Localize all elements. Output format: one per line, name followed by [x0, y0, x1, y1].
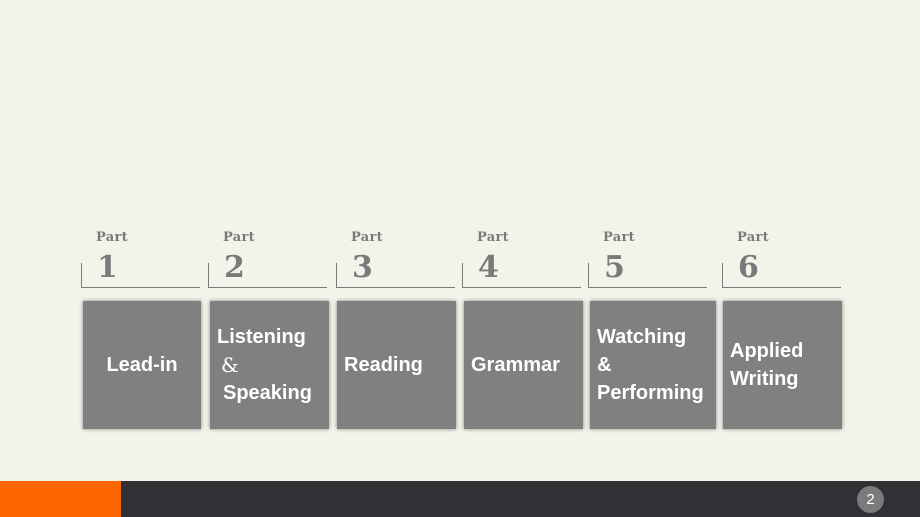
divider	[588, 263, 589, 287]
part-label: Part	[477, 230, 509, 245]
part-title: Grammar	[471, 354, 560, 376]
part-label: Part	[96, 230, 128, 245]
part-number: 1	[97, 250, 118, 285]
part-1-box-lead-in[interactable]: Lead-in	[83, 301, 201, 429]
page-number-badge: 2	[857, 486, 884, 513]
part-title: Reading	[344, 354, 423, 376]
part-number: 2	[224, 250, 245, 285]
divider	[81, 263, 82, 287]
part-5-box-watching-performing[interactable]: Watching & Performing	[590, 301, 716, 429]
part-label: Part	[223, 230, 255, 245]
footer-bar	[121, 481, 920, 517]
divider	[81, 287, 200, 288]
part-2-header: Part 2	[208, 228, 328, 288]
part-6-header: Part 6	[722, 228, 842, 288]
part-number: 6	[738, 250, 759, 285]
part-number: 3	[352, 250, 373, 285]
divider	[208, 263, 209, 287]
divider	[722, 263, 723, 287]
part-number: 5	[604, 250, 625, 285]
part-title-line: Listening	[217, 326, 306, 348]
part-6-box-applied-writing[interactable]: Applied Writing	[723, 301, 842, 429]
part-5-header: Part 5	[588, 228, 708, 288]
part-3-header: Part 3	[336, 228, 456, 288]
part-label: Part	[603, 230, 635, 245]
divider	[462, 287, 581, 288]
divider	[462, 263, 463, 287]
part-4-box-grammar[interactable]: Grammar	[464, 301, 583, 429]
part-2-box-listening-speaking[interactable]: Listening & Speaking	[210, 301, 329, 429]
divider	[208, 287, 327, 288]
part-title-line: &	[221, 353, 239, 377]
part-title-line: Watching	[597, 326, 687, 348]
part-4-header: Part 4	[462, 228, 582, 288]
part-title-line: Writing	[730, 368, 799, 390]
part-1-header: Part 1	[81, 228, 201, 288]
divider	[722, 287, 841, 288]
part-title-line: &	[597, 354, 612, 376]
divider	[336, 287, 455, 288]
part-title-line: Performing	[597, 382, 704, 404]
part-label: Part	[351, 230, 383, 245]
footer-accent-block	[0, 481, 121, 517]
part-number: 4	[478, 250, 499, 285]
divider	[336, 263, 337, 287]
part-3-box-reading[interactable]: Reading	[337, 301, 456, 429]
part-title-line: Speaking	[223, 382, 312, 404]
part-label: Part	[737, 230, 769, 245]
divider	[588, 287, 707, 288]
part-title: Lead-in	[106, 354, 178, 376]
part-title-line: Applied	[730, 340, 804, 362]
